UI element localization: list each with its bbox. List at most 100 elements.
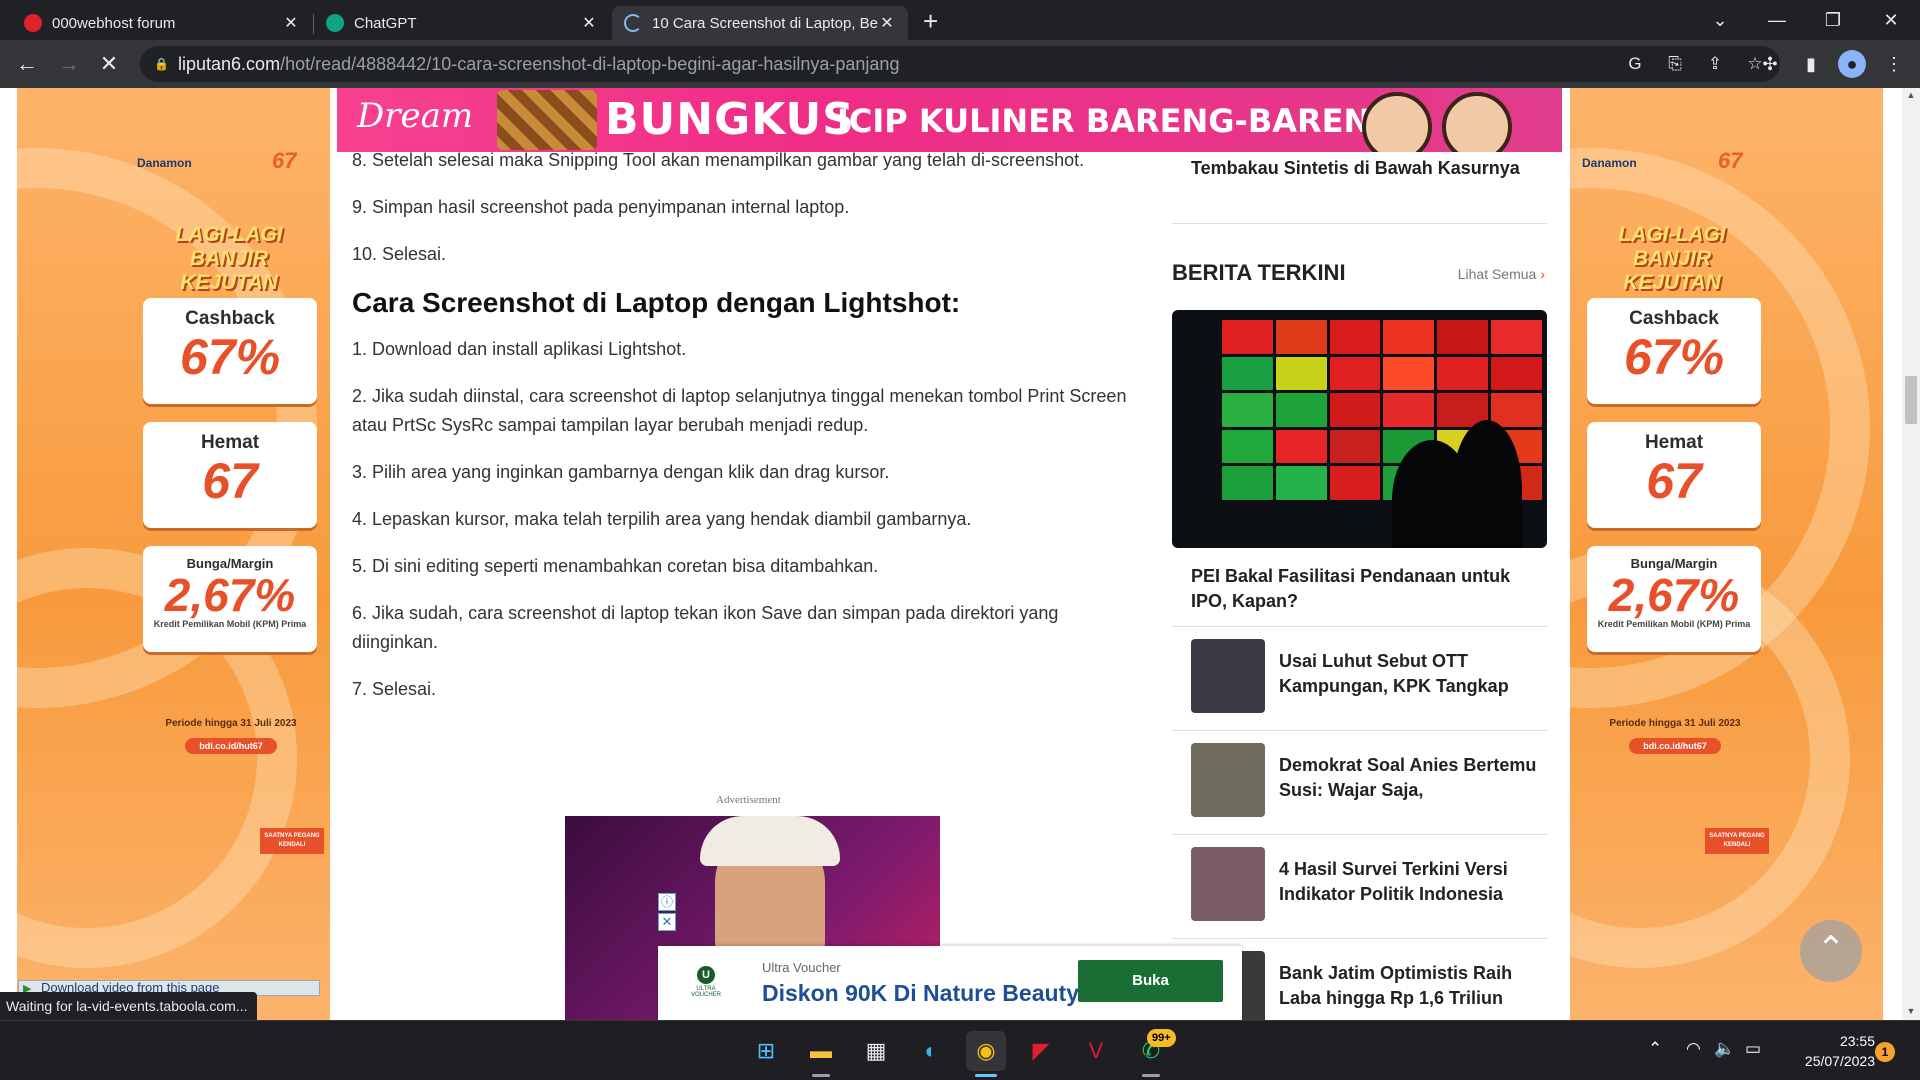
hero-news-title[interactable]: PEI Bakal Fasilitasi Pendanaan untuk IPO… [1191, 564, 1541, 614]
sticky-bottom-ad[interactable]: U ULTRA VOUCHER Ultra Voucher Diskon 90K … [658, 946, 1242, 1020]
news-thumbnail [1191, 743, 1265, 817]
ad-tagline: SAATNYA PEGANG KENDALI [260, 828, 324, 854]
divider [1172, 223, 1547, 224]
valorant-icon[interactable]: V [1076, 1031, 1116, 1071]
ad-link[interactable]: bdi.co.id/hut67 [1629, 738, 1721, 754]
right-side-ad[interactable]: Danamon 67 LAGI-LAGI BANJIR KEJUTAN Cash… [1570, 88, 1883, 1020]
news-thumbnail [1191, 847, 1265, 921]
scroll-up-arrow-icon[interactable]: ▲ [1902, 90, 1920, 100]
card-value: 2,67% [1608, 569, 1740, 621]
ad-tagline: SAATNYA PEGANG KENDALI [1705, 828, 1769, 854]
dream-banner-ad[interactable]: Dream BUNGKUS ICIP KULINER BARENG-BARENG [337, 88, 1562, 152]
banner-people-image [1352, 88, 1522, 152]
scroll-thumb[interactable] [1905, 376, 1917, 424]
whatsapp-unread-badge: 99+ [1147, 1029, 1176, 1047]
card-note: Kredit Pemilikan Mobil (KPM) Prima [1597, 619, 1751, 629]
url-path: /hot/read/4888442/10-cara-screenshot-di-… [280, 53, 900, 74]
chrome-menu-icon[interactable]: ⋮ [1880, 50, 1908, 78]
back-button[interactable]: ← [12, 49, 42, 79]
restore-button[interactable]: ❐ [1818, 6, 1848, 34]
scroll-to-top-button[interactable]: ⌃ [1800, 920, 1862, 982]
profile-avatar[interactable]: ● [1838, 50, 1866, 78]
ad-cta-button[interactable]: Buka [1078, 960, 1223, 1002]
minimize-button[interactable]: — [1762, 6, 1792, 34]
battery-icon[interactable]: ▭ [1745, 1039, 1761, 1059]
ad-link[interactable]: bdi.co.id/hut67 [185, 738, 277, 754]
stop-loading-button[interactable]: ✕ [94, 49, 124, 79]
close-window-button[interactable]: ✕ [1876, 6, 1906, 34]
card-value: 67% [179, 329, 281, 385]
ad-headline-line2: BANJIR KEJUTAN [1623, 247, 1721, 294]
ad-headline: LAGI-LAGI BANJIR KEJUTAN [1582, 223, 1762, 295]
running-indicator [1142, 1074, 1160, 1077]
ad-headline-line2: BANJIR KEJUTAN [180, 247, 278, 294]
clock-time: 23:55 [1839, 1033, 1875, 1049]
tab-title: ChatGPT [354, 14, 417, 32]
lock-icon[interactable]: 🔒 [154, 57, 169, 71]
person-image [1442, 92, 1512, 152]
article-paragraph: 2. Jika sudah diinstal, cara screenshot … [352, 386, 1127, 435]
close-tab-icon[interactable]: ✕ [580, 13, 598, 33]
article-body: 8. Setelah selesai maka Snipping Tool ak… [352, 146, 1147, 722]
sidebar-top-article[interactable]: Tembakau Sintetis di Bawah Kasurnya [1191, 156, 1531, 181]
status-bubble: Waiting for la-vid-events.taboola.com... [0, 992, 258, 1020]
new-tab-button[interactable]: + [923, 6, 938, 36]
person-image [1362, 92, 1432, 152]
volume-icon[interactable]: 🔈 [1714, 1039, 1735, 1059]
file-explorer-icon[interactable]: ▬ [801, 1031, 841, 1071]
close-tab-icon[interactable]: ✕ [878, 13, 896, 33]
news-title: Bank Jatim Optimistis Raih Laba hingga R… [1279, 963, 1513, 1008]
forward-button[interactable]: → [54, 49, 84, 79]
windows-taskbar: ⊞ ▬ ▦ ◐ ◉ ◤ V ✆ 99+ ⌃ ◠ 🔈 ▭ 23:55 25/07/… [0, 1020, 1920, 1080]
notification-count-badge[interactable]: 1 [1875, 1042, 1895, 1062]
microsoft-store-icon[interactable]: ▦ [856, 1031, 896, 1071]
page-scrollbar[interactable]: ▲ ▼ [1902, 88, 1920, 1020]
show-hidden-icons-chevron-icon[interactable]: ⌃ [1648, 1039, 1662, 1059]
article-paragraph: 7. Selesai. [352, 679, 437, 699]
card-value: 67% [1623, 329, 1725, 385]
close-tab-icon[interactable]: ✕ [282, 13, 300, 33]
ultra-voucher-wordmark: ULTRA VOUCHER [690, 986, 721, 998]
active-indicator [975, 1074, 997, 1077]
tab-strip: 000webhost forum ✕ ChatGPT ✕ 10 Cara Scr… [0, 0, 1920, 40]
start-windows-icon[interactable]: ⊞ [746, 1031, 786, 1071]
news-item[interactable]: Demokrat Soal Anies Bertemu Susi: Wajar … [1172, 730, 1547, 834]
translate-icon[interactable]: ⎘ [1664, 53, 1686, 75]
hemat-card: Hemat 67 [1587, 422, 1761, 528]
news-item[interactable]: 4 Hasil Survei Terkini Versi Indikator P… [1172, 834, 1547, 938]
chevron-right-icon: › [1540, 266, 1545, 282]
see-all-link[interactable]: Lihat Semua › [1458, 266, 1545, 282]
page-viewport: Danamon 67 LAGI-LAGI BANJIR KEJUTAN Cash… [0, 88, 1902, 1020]
chrome-browser-icon[interactable]: ◉ [966, 1031, 1006, 1071]
card-value: 2,67% [164, 569, 296, 621]
close-ad-icon[interactable]: ✕ [658, 913, 676, 931]
ad-sponsor: Ultra Voucher [762, 960, 841, 975]
berita-terkini-heading: BERITA TERKINI [1172, 260, 1346, 285]
adchoices-icon[interactable]: ⓘ [658, 893, 676, 911]
hero-news-image[interactable] [1172, 310, 1547, 548]
tab-title: 000webhost forum [52, 14, 176, 32]
tab-000webhost[interactable]: 000webhost forum ✕ [12, 6, 312, 40]
tab-chatgpt[interactable]: ChatGPT ✕ [314, 6, 610, 40]
article-paragraph: 6. Jika sudah, cara screenshot di laptop… [352, 603, 1059, 652]
scroll-down-arrow-icon[interactable]: ▼ [1902, 1006, 1920, 1016]
system-clock[interactable]: 23:55 25/07/2023 [1785, 1031, 1875, 1071]
tab-search-icon[interactable]: ⌄ [1705, 6, 1735, 34]
google-lens-icon[interactable]: G [1624, 53, 1646, 75]
edge-browser-icon[interactable]: ◐ [911, 1031, 951, 1071]
left-side-ad[interactable]: Danamon 67 LAGI-LAGI BANJIR KEJUTAN Cash… [17, 88, 330, 1020]
ad-headline-line1: LAGI-LAGI [1618, 223, 1726, 246]
extensions-puzzle-icon[interactable]: ✣ [1756, 50, 1784, 78]
chatgpt-favicon-icon [326, 14, 344, 32]
news-item[interactable]: Usai Luhut Sebut OTT Kampungan, KPK Tang… [1172, 626, 1547, 730]
side-panel-icon[interactable]: ▮ [1797, 50, 1825, 78]
article-paragraph: 3. Pilih area yang inginkan gambarnya de… [352, 462, 890, 482]
ad-headline: Diskon 90K Di Nature Beauty [762, 980, 1079, 1006]
tab-liputan6[interactable]: 10 Cara Screenshot di Laptop, Be ✕ [612, 6, 908, 40]
anniversary-logo: 67 [1718, 148, 1743, 173]
address-bar[interactable]: 🔒 liputan6.com /hot/read/4888442/10-cara… [140, 46, 1780, 82]
ad-headline-line1: LAGI-LAGI [175, 223, 283, 246]
webhost-app-icon[interactable]: ◤ [1021, 1031, 1061, 1071]
share-icon[interactable]: ⇪ [1704, 53, 1726, 75]
wifi-icon[interactable]: ◠ [1686, 1039, 1701, 1059]
